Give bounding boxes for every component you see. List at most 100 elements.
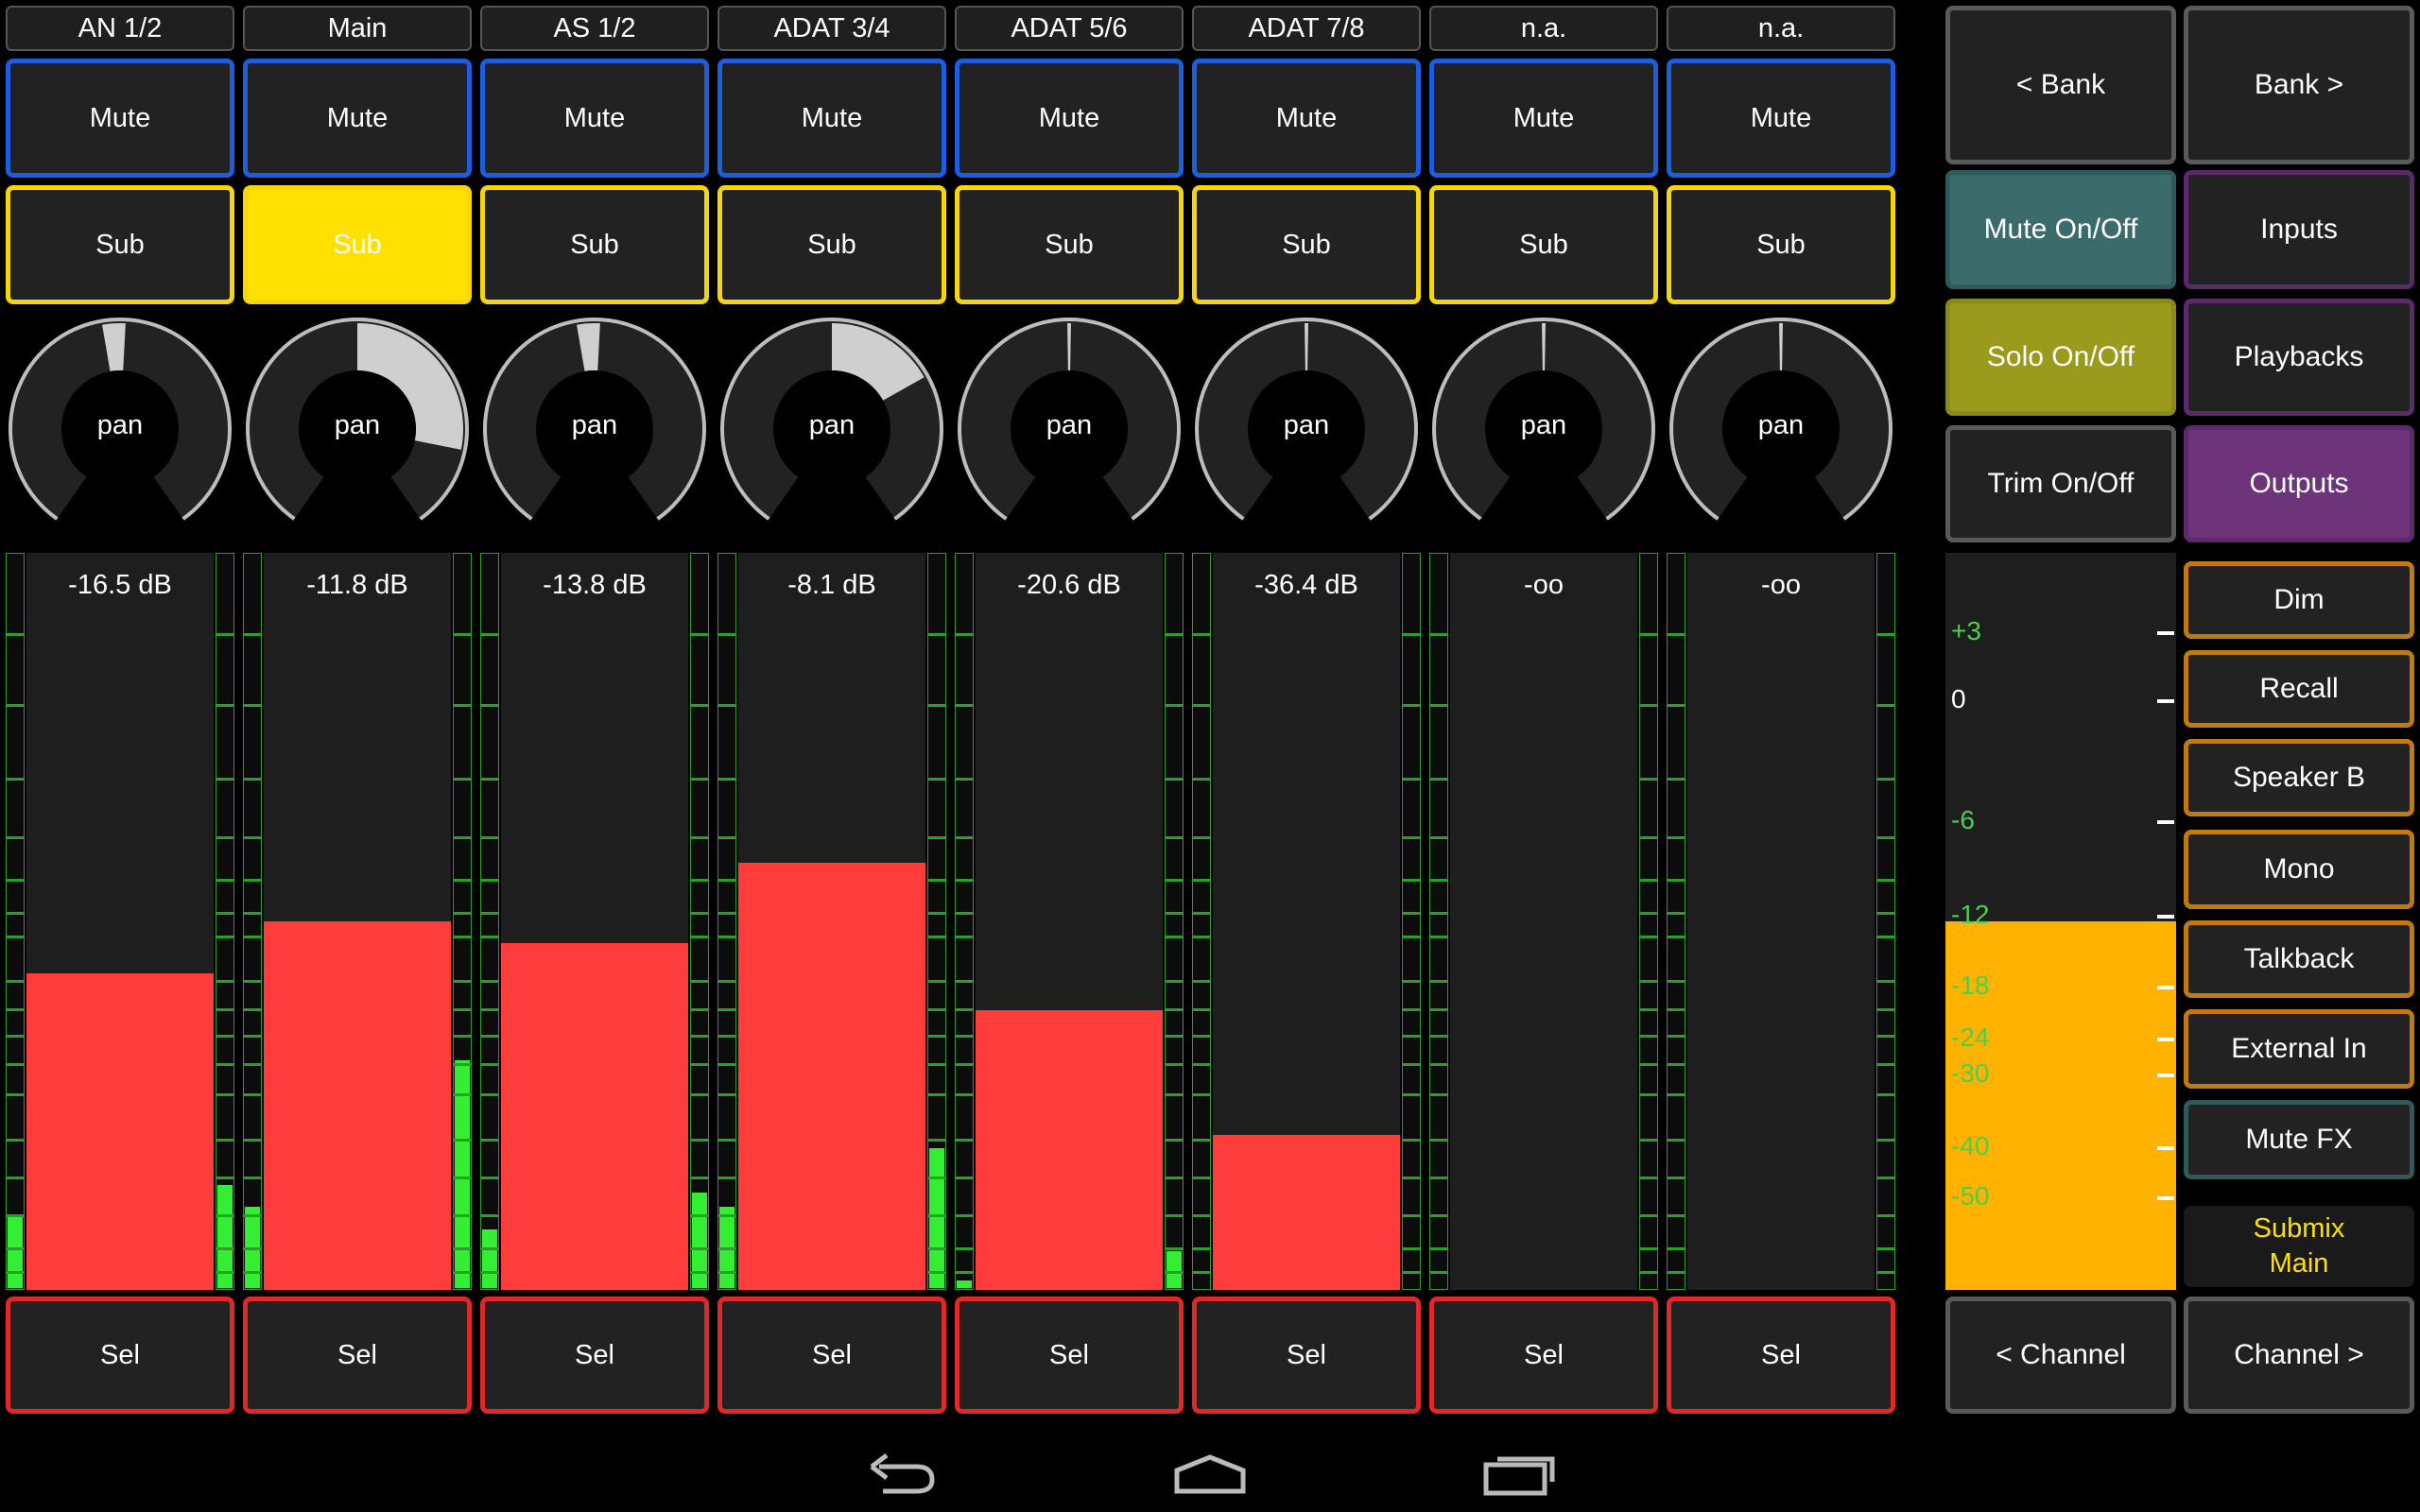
mute-button[interactable]: Mute — [1429, 59, 1658, 178]
recents-icon[interactable] — [1475, 1436, 1569, 1503]
volume-fader[interactable]: -16.5 dB — [26, 553, 214, 1290]
select-button[interactable]: Sel — [1192, 1297, 1421, 1414]
select-button[interactable]: Sel — [1667, 1297, 1895, 1414]
meter-tick — [1876, 836, 1895, 839]
channel-name: ADAT 7/8 — [1192, 6, 1421, 51]
meter-tick — [216, 1214, 234, 1217]
volume-fader[interactable]: -oo — [1687, 553, 1875, 1290]
select-button[interactable]: Sel — [717, 1297, 946, 1414]
bank-prev-button[interactable]: < Bank — [1945, 6, 2176, 164]
volume-fader[interactable]: -36.4 dB — [1213, 553, 1400, 1290]
meter-tick — [453, 879, 472, 882]
pan-label: pan — [334, 410, 381, 440]
fader-level — [26, 972, 214, 1290]
pan-knob[interactable]: pan — [1192, 312, 1421, 543]
back-icon[interactable] — [851, 1436, 945, 1503]
solo-onoff-button[interactable]: Solo On/Off — [1945, 299, 2176, 416]
meter-tick — [1667, 633, 1685, 636]
meter-tick — [1667, 1271, 1685, 1274]
playbacks-button[interactable]: Playbacks — [2184, 299, 2414, 416]
meter-tick — [216, 1139, 234, 1142]
volume-fader[interactable]: -8.1 dB — [738, 553, 925, 1290]
external-in-button[interactable]: External In — [2184, 1009, 2414, 1089]
mute-button[interactable]: Mute — [480, 59, 709, 178]
meter-tick — [927, 1139, 946, 1142]
meter-tick — [480, 633, 499, 636]
meter-tick — [927, 778, 946, 781]
sub-button[interactable]: Sub — [6, 185, 234, 304]
meter-tick — [1402, 633, 1421, 636]
meter-tick — [1192, 1271, 1211, 1274]
meter-tick — [927, 879, 946, 882]
volume-fader[interactable]: -11.8 dB — [264, 553, 451, 1290]
meter-tick — [690, 1271, 709, 1274]
level-meter-left-fill — [957, 1280, 972, 1288]
select-button[interactable]: Sel — [955, 1297, 1184, 1414]
meter-tick — [1402, 912, 1421, 915]
meter-tick — [1402, 879, 1421, 882]
scale-label: 0 — [1951, 684, 1966, 713]
channel-next-button[interactable]: Channel > — [2184, 1297, 2414, 1414]
volume-fader[interactable]: -13.8 dB — [501, 553, 688, 1290]
mono-button[interactable]: Mono — [2184, 830, 2414, 909]
meter-tick — [1165, 1139, 1184, 1142]
recall-button[interactable]: Recall — [2184, 650, 2414, 728]
mute-onoff-button[interactable]: Mute On/Off — [1945, 170, 2176, 289]
mute-fx-button[interactable]: Mute FX — [2184, 1100, 2414, 1179]
volume-fader[interactable]: -oo — [1450, 553, 1637, 1290]
mute-button[interactable]: Mute — [1192, 59, 1421, 178]
meter-tick — [1876, 704, 1895, 707]
home-icon[interactable] — [1163, 1436, 1257, 1503]
talkback-button[interactable]: Talkback — [2184, 920, 2414, 998]
meter-tick — [690, 912, 709, 915]
pan-knob[interactable]: pan — [1667, 312, 1895, 543]
channel-prev-button[interactable]: < Channel — [1945, 1297, 2176, 1414]
sub-button[interactable]: Sub — [1429, 185, 1658, 304]
meter-tick — [243, 1177, 262, 1179]
meter-tick — [690, 879, 709, 882]
meter-tick — [690, 1008, 709, 1011]
pan-knob[interactable]: pan — [480, 312, 709, 543]
mute-button[interactable]: Mute — [243, 59, 472, 178]
sub-button[interactable]: Sub — [243, 185, 472, 304]
meter-tick — [6, 1008, 25, 1011]
meter-tick — [480, 980, 499, 983]
meter-tick — [6, 980, 25, 983]
speaker-b-button[interactable]: Speaker B — [2184, 739, 2414, 816]
meter-tick — [6, 1063, 25, 1066]
meter-tick — [453, 936, 472, 938]
pan-knob[interactable]: pan — [243, 312, 472, 543]
meter-tick — [1639, 633, 1658, 636]
select-button[interactable]: Sel — [1429, 1297, 1658, 1414]
mute-button[interactable]: Mute — [6, 59, 234, 178]
meter-tick — [1192, 912, 1211, 915]
meter-tick — [690, 1177, 709, 1179]
sub-button[interactable]: Sub — [717, 185, 946, 304]
sub-button[interactable]: Sub — [480, 185, 709, 304]
sub-button[interactable]: Sub — [1192, 185, 1421, 304]
sub-button[interactable]: Sub — [955, 185, 1184, 304]
dim-button[interactable]: Dim — [2184, 561, 2414, 639]
trim-onoff-button[interactable]: Trim On/Off — [1945, 425, 2176, 542]
bank-next-button[interactable]: Bank > — [2184, 6, 2414, 164]
select-button[interactable]: Sel — [6, 1297, 234, 1414]
pan-knob[interactable]: pan — [717, 312, 946, 543]
meter-tick — [243, 1214, 262, 1217]
mute-button[interactable]: Mute — [955, 59, 1184, 178]
mute-button[interactable]: Mute — [1667, 59, 1895, 178]
volume-fader[interactable]: -20.6 dB — [976, 553, 1163, 1290]
pan-knob[interactable]: pan — [955, 312, 1184, 543]
sub-button[interactable]: Sub — [1667, 185, 1895, 304]
pan-knob[interactable]: pan — [1429, 312, 1658, 543]
select-button[interactable]: Sel — [480, 1297, 709, 1414]
pan-knob[interactable]: pan — [6, 312, 234, 543]
mute-button[interactable]: Mute — [717, 59, 946, 178]
fader-db-value: -11.8 dB — [306, 570, 408, 600]
meter-tick — [927, 1271, 946, 1274]
inputs-button[interactable]: Inputs — [2184, 170, 2414, 289]
meter-tick — [1192, 1177, 1211, 1179]
select-button[interactable]: Sel — [243, 1297, 472, 1414]
meter-tick — [480, 1214, 499, 1217]
meter-tick — [1639, 1093, 1658, 1096]
outputs-button[interactable]: Outputs — [2184, 425, 2414, 542]
